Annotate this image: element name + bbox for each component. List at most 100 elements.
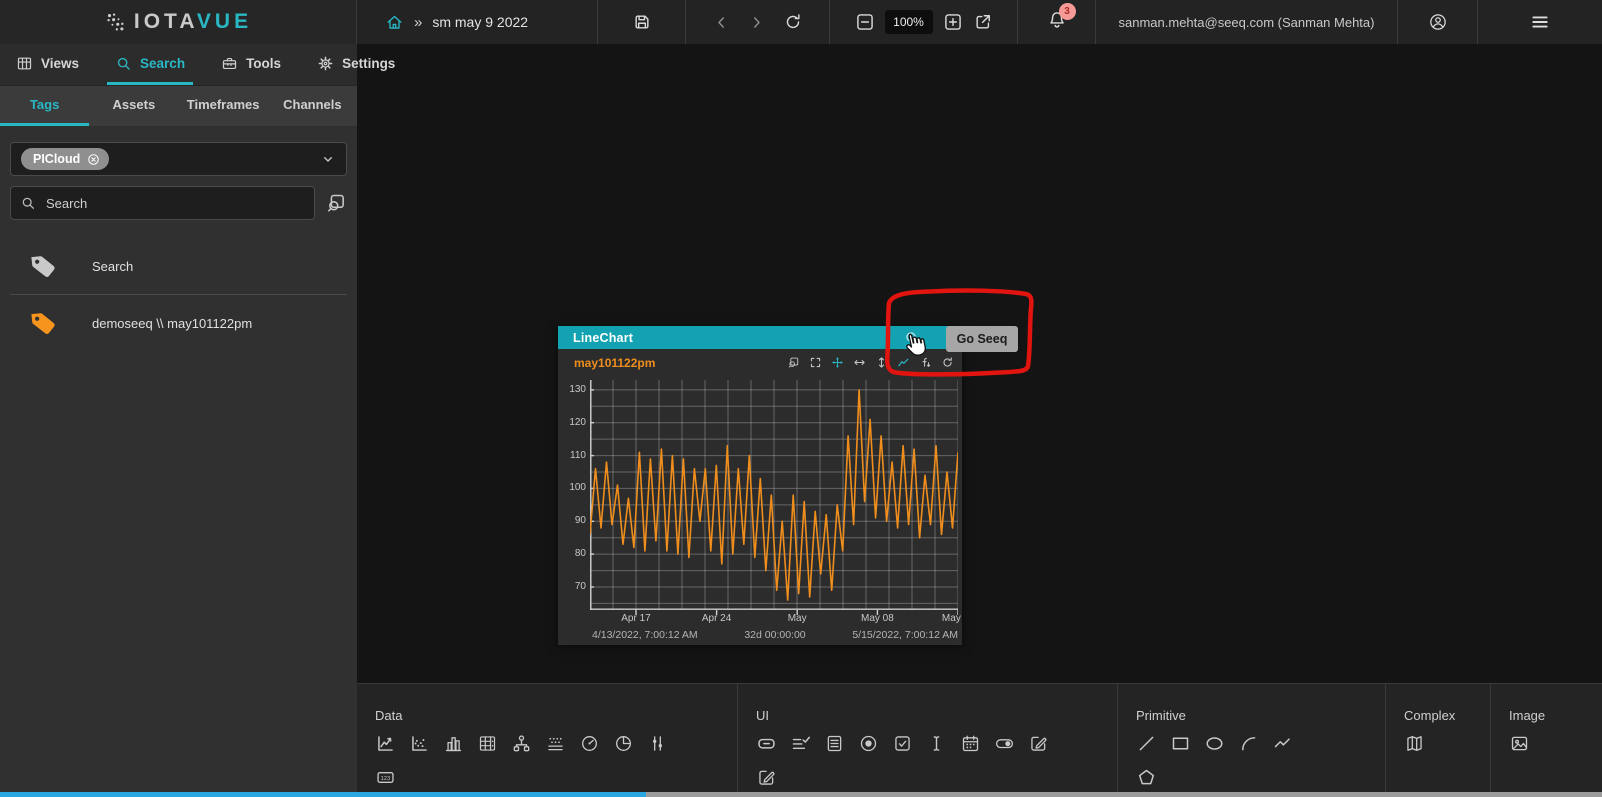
data-table-icon[interactable] (477, 733, 498, 754)
horizontal-scrollbar[interactable] (0, 792, 1602, 797)
nav-views[interactable]: Views (8, 44, 87, 85)
multi-select-icon[interactable] (790, 733, 811, 754)
chart-footer: 4/13/2022, 7:00:12 AM 32d 00:00:00 5/15/… (592, 629, 958, 641)
zoom-out-icon[interactable] (855, 12, 875, 32)
edit-box-icon[interactable] (1028, 733, 1049, 754)
save-icon[interactable] (632, 12, 652, 32)
account-icon[interactable] (1428, 12, 1448, 32)
gauge-icon[interactable] (579, 733, 600, 754)
zoom-in-icon[interactable] (943, 12, 963, 32)
user-email: sanman.mehta@seeq.com (Sanman Mehta) (1096, 0, 1398, 44)
scrollbar-thumb[interactable] (0, 792, 646, 797)
menu-section (1478, 0, 1602, 44)
sliders-icon[interactable] (647, 733, 668, 754)
zoom-level[interactable]: 100% (885, 10, 933, 34)
rectangle-icon[interactable] (1170, 733, 1191, 754)
nav-search[interactable]: Search (107, 44, 193, 85)
sidebar: Views Search Tools Settings Tags Assets … (0, 44, 357, 797)
search-box-icon[interactable] (787, 356, 800, 369)
nav-search-label: Search (140, 56, 185, 71)
palette-label: Data (375, 708, 737, 723)
numeric-display-icon[interactable]: 123 (375, 767, 396, 788)
radio-icon[interactable] (858, 733, 879, 754)
home-icon[interactable] (385, 13, 404, 32)
back-icon[interactable] (713, 14, 730, 31)
list-item-demoseeq[interactable]: demoseeq \\ may101122pm (10, 297, 347, 349)
go-seeq-tooltip[interactable]: Go Seeq (946, 326, 1018, 352)
breadcrumb-title: sm may 9 2022 (432, 14, 528, 30)
datasource-dropdown[interactable]: PICloud (10, 142, 347, 176)
notifications-button[interactable]: 3 (1047, 10, 1067, 35)
list-item-search[interactable]: Search (10, 240, 347, 292)
close-circle-icon[interactable] (86, 152, 101, 167)
nav-settings[interactable]: Settings (309, 44, 403, 85)
list-divider (10, 294, 347, 295)
search-box-icon[interactable] (325, 192, 347, 214)
tab-channels[interactable]: Channels (268, 86, 357, 126)
design-canvas[interactable] (357, 44, 1602, 683)
y-axis-tick-label: 120 (560, 417, 586, 428)
search-input[interactable] (44, 195, 305, 212)
top-bar: IOTAVUE » sm may 9 2022 100% 3 sanma (0, 0, 1602, 44)
refresh-mini-icon[interactable] (941, 356, 954, 369)
x-axis-tick-label: Apr 17 (621, 613, 650, 624)
filter-chip-picloud[interactable]: PICloud (21, 148, 109, 170)
palette-row-2 (756, 767, 1117, 788)
profile-section (1398, 0, 1478, 44)
scatter-plot-icon[interactable] (409, 733, 430, 754)
date-picker-icon[interactable] (960, 733, 981, 754)
bar-chart-icon[interactable] (443, 733, 464, 754)
pie-chart-icon[interactable] (613, 733, 634, 754)
edit-box-icon[interactable] (756, 767, 777, 788)
dot-matrix-icon[interactable] (545, 733, 566, 754)
y-axis-tick-label: 130 (560, 384, 586, 395)
x-axis-tick-label: May (942, 613, 961, 624)
palette-label: UI (756, 708, 1117, 723)
move-icon[interactable] (831, 356, 844, 369)
toggle-icon[interactable] (994, 733, 1015, 754)
v-resize-icon[interactable] (875, 356, 888, 369)
svg-text:123: 123 (381, 776, 390, 782)
line-icon[interactable] (1136, 733, 1157, 754)
cursor-hand-icon (898, 327, 932, 362)
text-list-icon[interactable] (824, 733, 845, 754)
open-external-icon[interactable] (973, 12, 993, 32)
history-section (686, 0, 830, 44)
arc-icon[interactable] (1238, 733, 1259, 754)
logo-text: IOTAVUE (134, 10, 252, 34)
search-field[interactable] (10, 186, 315, 220)
palette-row (756, 733, 1117, 754)
range-end: 5/15/2022, 7:00:12 AM (852, 629, 958, 641)
forward-icon[interactable] (748, 14, 765, 31)
linechart-widget[interactable]: LineChart may101122pm 708090100110120130… (558, 326, 962, 645)
search-icon (20, 195, 36, 211)
palette-row-2: 123 (375, 767, 737, 788)
button-icon[interactable] (756, 733, 777, 754)
chart-trend-icon[interactable] (375, 733, 396, 754)
series-label: may101122pm (574, 356, 655, 370)
text-input-icon[interactable] (926, 733, 947, 754)
hierarchy-icon[interactable] (511, 733, 532, 754)
polyline-icon[interactable] (1272, 733, 1293, 754)
hamburger-menu-icon[interactable] (1530, 12, 1550, 32)
image-icon[interactable] (1509, 733, 1530, 754)
ellipse-icon[interactable] (1204, 733, 1225, 754)
toolbox-icon (221, 55, 238, 72)
checkbox-icon[interactable] (892, 733, 913, 754)
tab-assets[interactable]: Assets (89, 86, 178, 126)
pentagon-icon[interactable] (1136, 767, 1157, 788)
x-axis-tick-label: May 08 (861, 613, 894, 624)
map-icon[interactable] (1404, 733, 1425, 754)
tag-search-row (10, 186, 347, 220)
h-resize-icon[interactable] (853, 356, 866, 369)
list-item-label: Search (92, 259, 133, 274)
sidebar-content: PICloud Search d (0, 126, 357, 349)
refresh-icon[interactable] (783, 12, 803, 32)
nav-tools[interactable]: Tools (213, 44, 289, 85)
tab-tags[interactable]: Tags (0, 86, 89, 126)
filter-chip-label: PICloud (33, 152, 80, 166)
save-section (598, 0, 686, 44)
tab-timeframes[interactable]: Timeframes (179, 86, 268, 126)
palette-label: Image (1509, 708, 1602, 723)
expand-icon[interactable] (809, 356, 822, 369)
